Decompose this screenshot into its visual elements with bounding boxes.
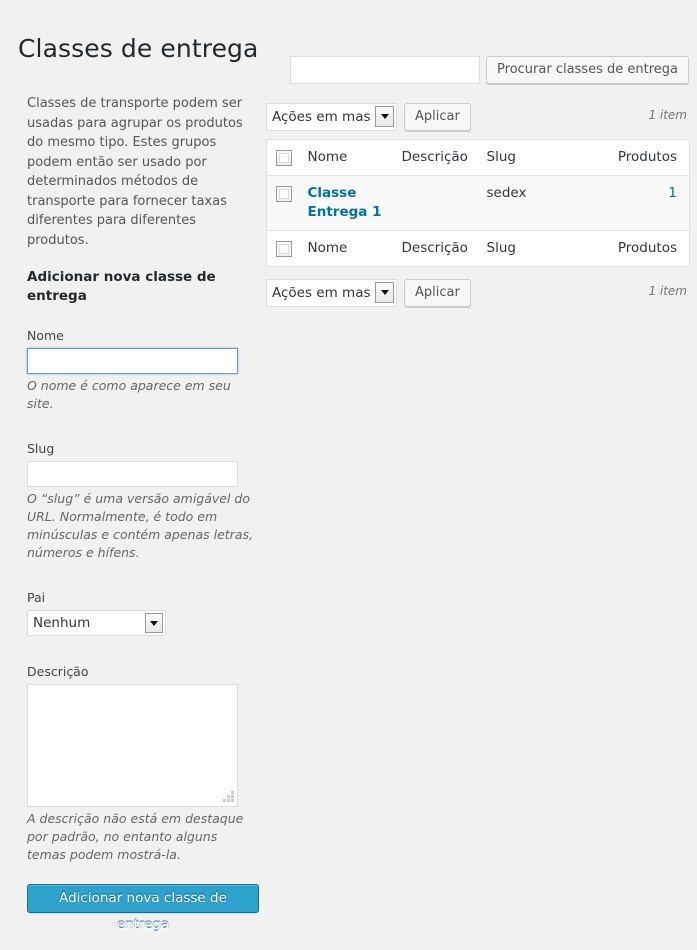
- column-footer-products[interactable]: Produtos: [609, 231, 690, 267]
- description-label: Descrição: [27, 664, 89, 679]
- select-all-checkbox-bottom[interactable]: [276, 241, 292, 257]
- slug-input[interactable]: [27, 461, 238, 487]
- select-all-footer: [267, 231, 308, 267]
- name-field-group: Nome O nome é como aparece em seu site.: [27, 328, 259, 413]
- column-header-description[interactable]: Descrição: [402, 140, 487, 176]
- shipping-classes-list-panel: Procurar classes de entrega Ações em mas…: [266, 56, 690, 309]
- bulk-actions-select-wrapper-top: Ações em massa: [266, 103, 397, 131]
- table-header-row: Nome Descrição Slug Produtos: [266, 140, 690, 176]
- form-heading: Adicionar nova classe de entrega: [27, 269, 216, 304]
- bulk-actions-select-wrapper-bottom: Ações em massa: [266, 279, 397, 307]
- bulk-actions-select-bottom[interactable]: Ações em massa: [266, 279, 397, 307]
- parent-select[interactable]: Nenhum: [27, 610, 166, 636]
- table-foot: Nome Descrição Slug Produtos: [266, 230, 690, 267]
- apply-bulk-action-button-top[interactable]: Aplicar: [404, 103, 471, 131]
- name-label: Nome: [27, 328, 64, 343]
- intro-description: Classes de transporte podem ser usadas p…: [27, 96, 243, 248]
- column-header-name[interactable]: Nome: [308, 140, 402, 176]
- shipping-classes-page: Classes de entrega Classes de transporte…: [0, 0, 697, 950]
- row-products-cell: 1: [609, 176, 690, 231]
- column-footer-name[interactable]: Nome: [308, 231, 402, 267]
- item-count-bottom: 1 item: [648, 284, 687, 298]
- row-select-cell: [267, 176, 308, 231]
- description-help-text: A descrição não está em destaque por pad…: [27, 811, 244, 862]
- row-products-link[interactable]: 1: [668, 185, 677, 201]
- tablenav-top: Ações em massa Aplicar 1 item: [266, 101, 689, 133]
- parent-label: Pai: [27, 590, 46, 605]
- bulk-actions-select-top[interactable]: Ações em massa: [266, 103, 397, 131]
- description-textarea[interactable]: [27, 684, 238, 807]
- slug-label: Slug: [27, 441, 55, 456]
- table-footer-row: Nome Descrição Slug Produtos: [266, 230, 690, 267]
- search-input[interactable]: [290, 56, 481, 84]
- row-name-link[interactable]: Classe Entrega 1: [308, 184, 392, 222]
- select-all-header: [267, 140, 308, 176]
- parent-select-wrapper: Nenhum: [27, 610, 166, 636]
- row-slug-cell: sedex: [486, 185, 527, 201]
- row-description-cell: [402, 176, 487, 231]
- column-header-slug[interactable]: Slug: [487, 140, 609, 176]
- apply-bulk-action-button-bottom[interactable]: Aplicar: [404, 279, 471, 307]
- slug-field-group: Slug O “slug” é uma versão amigável do U…: [27, 441, 259, 562]
- description-textarea-wrapper: [27, 684, 238, 807]
- column-header-products[interactable]: Produtos: [609, 140, 690, 176]
- item-count-top: 1 item: [648, 108, 687, 122]
- row-name-cell: Classe Entrega 1: [308, 176, 402, 231]
- select-all-checkbox-top[interactable]: [276, 150, 292, 166]
- table-body: Classe Entrega 1 sedex 1: [266, 175, 690, 231]
- parent-field-group: Pai Nenhum: [27, 590, 259, 636]
- add-shipping-class-button[interactable]: Adicionar nova classe de entrega: [27, 884, 259, 933]
- add-shipping-class-panel: Classes de transporte podem ser usadas p…: [27, 94, 259, 933]
- table-row: Classe Entrega 1 sedex 1: [266, 175, 690, 231]
- shipping-classes-table: Nome Descrição Slug Produtos Classe Entr…: [266, 139, 690, 267]
- search-submit-button[interactable]: Procurar classes de entrega: [486, 56, 689, 84]
- search-box: Procurar classes de entrega: [266, 56, 689, 88]
- page-title: Classes de entrega: [18, 33, 259, 63]
- tablenav-bottom: Ações em massa Aplicar 1 item: [266, 277, 689, 309]
- table-head: Nome Descrição Slug Produtos: [266, 140, 690, 176]
- column-footer-slug[interactable]: Slug: [487, 231, 609, 267]
- row-checkbox[interactable]: [276, 186, 292, 202]
- column-footer-description[interactable]: Descrição: [402, 231, 487, 267]
- name-help-text: O nome é como aparece em seu site.: [27, 378, 231, 411]
- description-field-group: Descrição A descrição não está em destaq…: [27, 664, 259, 864]
- name-input[interactable]: [27, 348, 238, 374]
- slug-help-text: O “slug” é uma versão amigável do URL. N…: [27, 491, 253, 560]
